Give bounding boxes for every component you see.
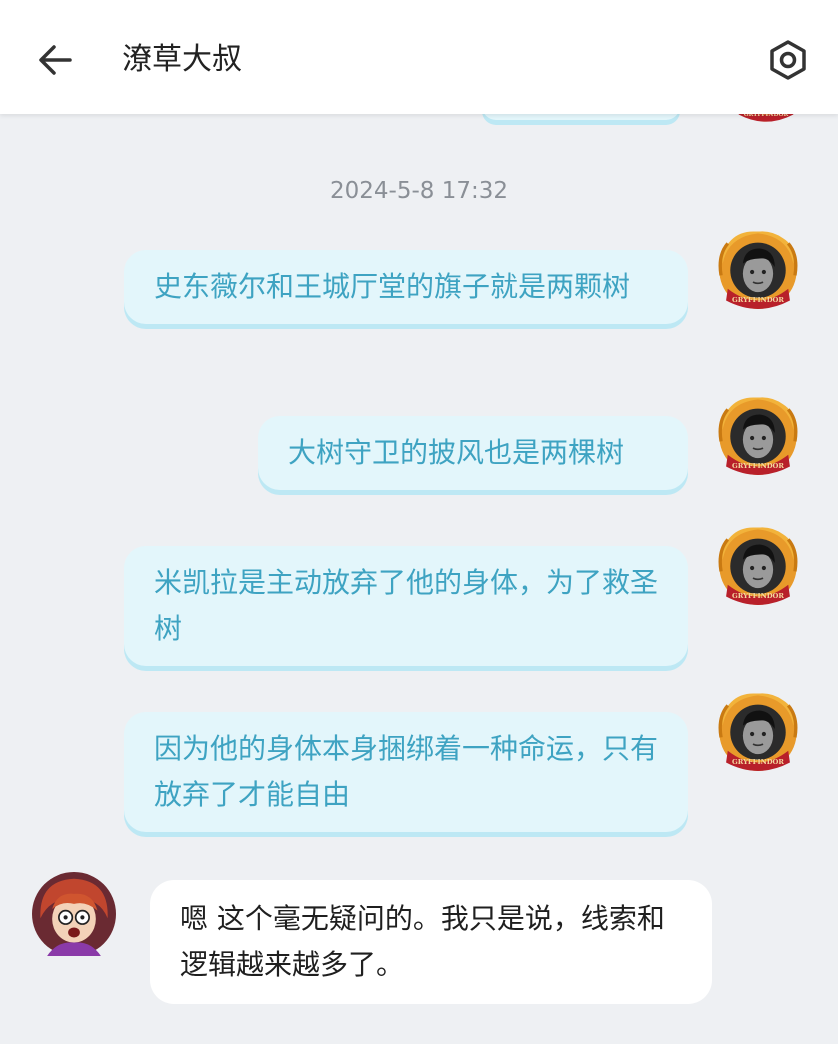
outgoing-message[interactable]: 大树守卫的披风也是两棵树 — [258, 416, 688, 490]
outgoing-message[interactable]: 因为他的身体本身捆绑着一种命运，只有放弃了才能自由 — [124, 712, 688, 832]
message-list[interactable]: 2024-5-8 17:32 史东薇尔和王城厅堂的旗子就是两颗树 大树守卫的披风… — [0, 114, 838, 1044]
incoming-message[interactable]: 嗯 这个毫无疑问的。我只是说，线索和逻辑越来越多了。 — [150, 880, 712, 1004]
arrow-left-icon — [39, 45, 72, 75]
gryffindor-avatar[interactable] — [730, 114, 802, 126]
hexagon-gear-icon — [770, 40, 806, 80]
previous-message-bubble — [482, 114, 680, 120]
outgoing-message[interactable]: 米凯拉是主动放弃了他的身体，为了救圣树 — [124, 546, 688, 666]
chat-header: 潦草大叔 — [0, 0, 838, 114]
conversation-title: 潦草大叔 — [122, 42, 242, 77]
gryffindor-avatar[interactable] — [716, 230, 800, 314]
outgoing-message[interactable]: 史东薇尔和王城厅堂的旗子就是两颗树 — [124, 250, 688, 324]
gryffindor-avatar[interactable] — [716, 396, 800, 480]
gryffindor-avatar[interactable] — [716, 692, 800, 776]
gryffindor-avatar[interactable] — [716, 526, 800, 610]
message-timestamp: 2024-5-8 17:32 — [330, 178, 508, 204]
back-button[interactable] — [30, 34, 82, 86]
settings-button[interactable] — [762, 34, 814, 86]
contact-avatar[interactable] — [32, 872, 116, 956]
